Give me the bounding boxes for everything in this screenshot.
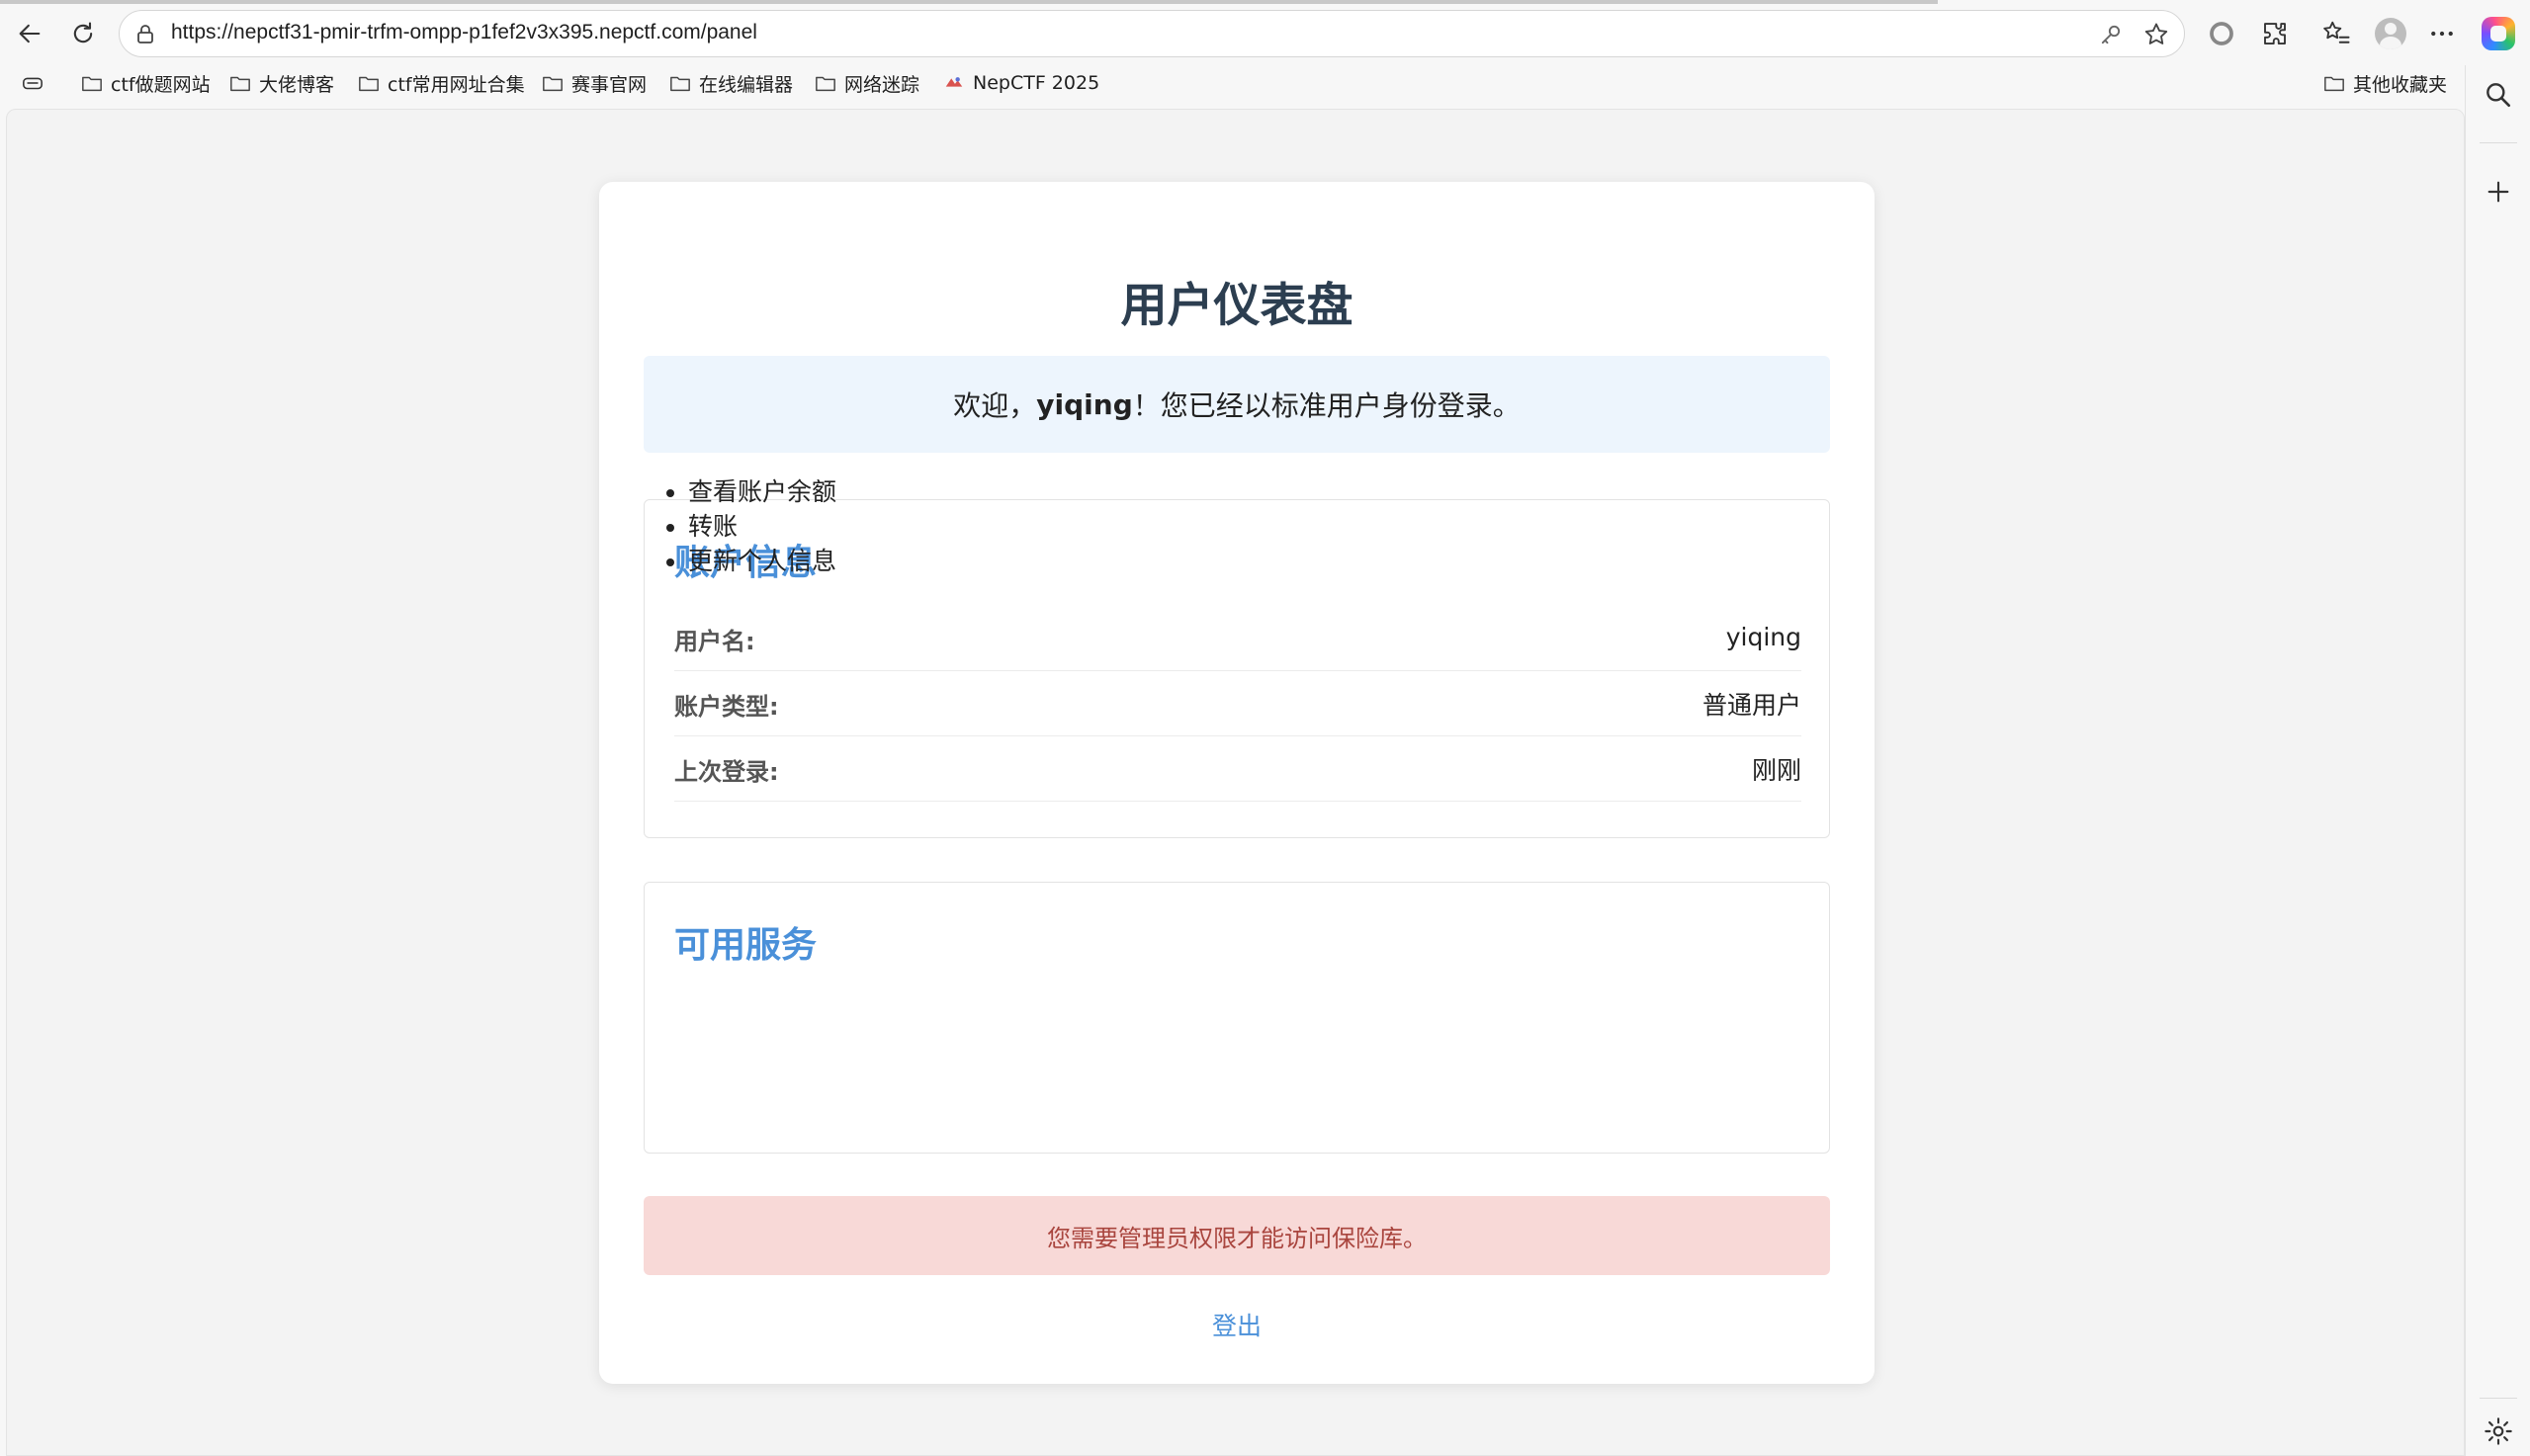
folder-icon: [230, 76, 250, 92]
bookmark-folder-ctf-sites[interactable]: ctf做题网站: [81, 67, 211, 99]
nepctf-favicon-icon: [945, 77, 963, 87]
info-label: 用户名:: [674, 628, 755, 655]
folder-icon: [82, 76, 102, 92]
bookmark-folder-other[interactable]: 其他收藏夹: [2323, 67, 2447, 99]
settings-gear-icon[interactable]: [2483, 1415, 2514, 1447]
extension-button[interactable]: [2202, 14, 2241, 53]
welcome-prefix: 欢迎，: [953, 389, 1037, 422]
services-title: 可用服务: [674, 925, 818, 966]
profile-avatar[interactable]: [2375, 18, 2406, 49]
bookmark-folder-blogs[interactable]: 大佬博客: [229, 67, 334, 99]
folder-icon: [359, 76, 379, 92]
page-title: 用户仪表盘: [1120, 279, 1353, 333]
address-bar[interactable]: https://nepctf31-pmir-trfm-ompp-p1fef2v3…: [119, 10, 2185, 57]
info-value: 刚刚: [1751, 756, 1801, 785]
info-value: yiqing: [1725, 623, 1801, 651]
list-item: 转账: [688, 509, 836, 544]
more-dots-icon: [2431, 31, 2453, 37]
bookmark-label: 在线编辑器: [699, 73, 794, 96]
bookmark-folder-editors[interactable]: 在线编辑器: [669, 67, 793, 99]
bookmark-label: 赛事官网: [571, 73, 648, 96]
sidebar-divider: [2480, 142, 2517, 143]
info-row-username: 用户名: yiqing: [674, 606, 1801, 671]
bookmark-folder-osint[interactable]: 网络迷踪: [815, 67, 919, 99]
puzzle-icon: [2264, 23, 2286, 44]
welcome-username: yiqing: [1036, 387, 1133, 421]
vault-access-alert: 您需要管理员权限才能访问保险库。: [644, 1196, 1830, 1275]
bookmark-label: 网络迷踪: [844, 73, 920, 96]
info-row-last-login: 上次登录: 刚刚: [674, 736, 1801, 802]
bookmark-label: 大佬博客: [259, 73, 335, 96]
welcome-suffix: ！您已经以标准用户身份登录。: [1132, 389, 1521, 422]
folder-icon: [543, 76, 563, 92]
key-icon[interactable]: [2097, 21, 2125, 48]
site-info-icon[interactable]: [133, 23, 157, 46]
logout-link[interactable]: 登出: [599, 1307, 1875, 1342]
search-icon[interactable]: [2483, 79, 2514, 111]
browser-chrome: https://nepctf31-pmir-trfm-ompp-p1fef2v3…: [0, 0, 2530, 107]
add-icon[interactable]: [2483, 176, 2514, 208]
list-item: 查看账户余额: [688, 474, 836, 509]
url-text[interactable]: https://nepctf31-pmir-trfm-ompp-p1fef2v3…: [171, 21, 757, 44]
folder-icon: [816, 76, 835, 92]
bookmark-folder-contest[interactable]: 赛事官网: [542, 67, 647, 99]
bookmark-folder-ctf-urls[interactable]: ctf常用网址合集: [358, 67, 525, 99]
folder-icon: [670, 76, 690, 92]
bookmark-label: ctf做题网站: [111, 73, 211, 96]
bookmark-nepctf[interactable]: NepCTF 2025: [943, 67, 1099, 99]
extensions-button[interactable]: [2255, 14, 2295, 53]
services-list: 查看账户余额 转账 更新个人信息: [688, 474, 836, 578]
copilot-icon[interactable]: [2482, 17, 2515, 50]
info-row-account-type: 账户类型: 普通用户: [674, 671, 1801, 736]
bookmarks-bar: ctf做题网站 大佬博客 ctf常用网址合集 赛事官网 在线编辑器 网络迷踪 N…: [0, 63, 2472, 103]
dashboard-card: 用户仪表盘 欢迎， yiqing ！您已经以标准用户身份登录。 账户信息 用户名: …: [599, 182, 1875, 1384]
favorite-star-icon[interactable]: [2142, 21, 2170, 48]
welcome-banner: 欢迎， yiqing ！您已经以标准用户身份登录。: [644, 356, 1830, 453]
bookmarks-menu-button[interactable]: [22, 67, 51, 99]
bookmark-label: NepCTF 2025: [973, 72, 1100, 94]
info-value: 普通用户: [1701, 691, 1801, 720]
more-menu-button[interactable]: [2422, 14, 2462, 53]
services-section: 可用服务: [644, 882, 1830, 1154]
favorites-button[interactable]: [2316, 14, 2356, 53]
browser-sidebar: [2465, 65, 2530, 1456]
circle-extension-icon: [2210, 22, 2233, 45]
folder-icon: [2324, 76, 2344, 92]
sidebar-divider: [2480, 1398, 2517, 1399]
list-item: 更新个人信息: [688, 544, 836, 578]
reload-button[interactable]: [63, 14, 103, 53]
back-arrow-icon: [19, 24, 41, 43]
reload-icon: [73, 22, 93, 43]
bookmark-label: 其他收藏夹: [2353, 73, 2448, 96]
info-label: 账户类型:: [674, 693, 779, 721]
favorites-list-icon: [2323, 21, 2350, 43]
collections-icon: [23, 77, 43, 90]
page-load-progress: [0, 0, 1938, 4]
back-button[interactable]: [10, 14, 49, 53]
info-label: 上次登录:: [674, 758, 779, 786]
bookmark-label: ctf常用网址合集: [388, 73, 525, 96]
